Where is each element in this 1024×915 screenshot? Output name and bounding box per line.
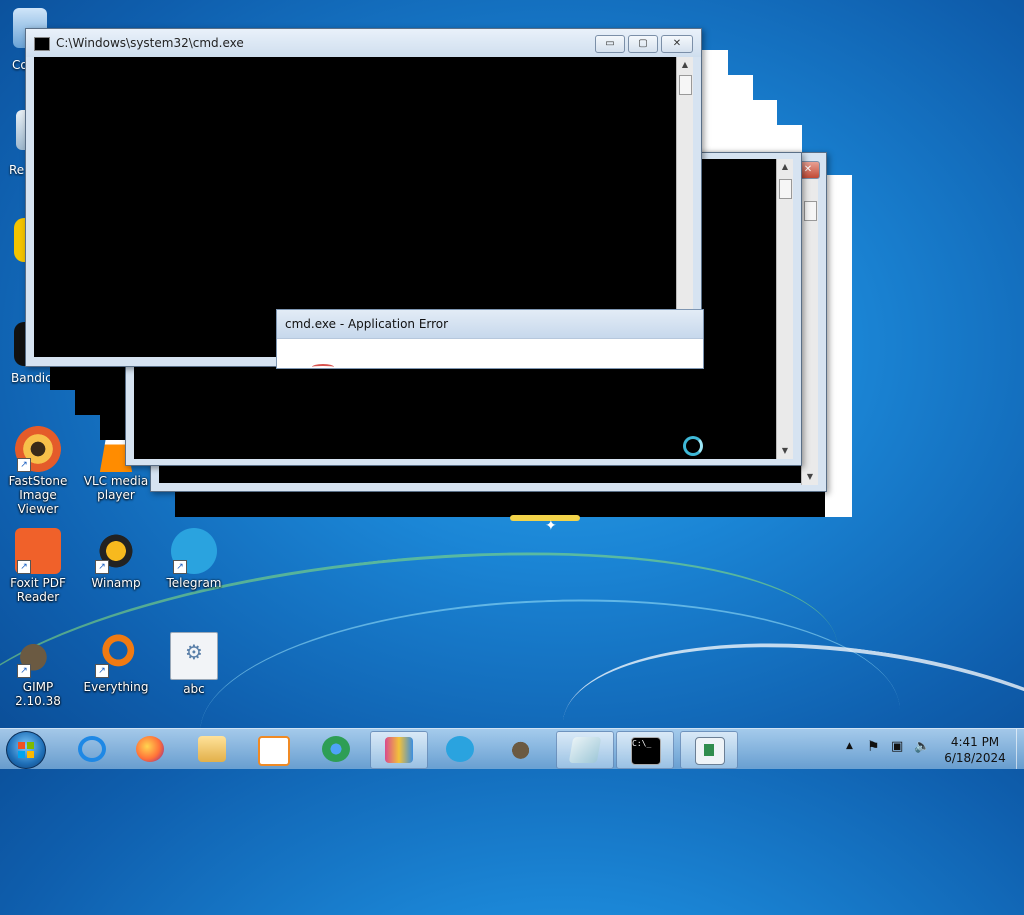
foxit-desktop-icon[interactable]: ↗ Foxit PDF Reader [0, 528, 76, 604]
chrome-icon [322, 736, 350, 762]
folder-icon [198, 736, 226, 762]
minimize-button[interactable]: ▭ [595, 35, 625, 53]
abc-desktop-icon[interactable]: ⚙ abc [156, 632, 232, 696]
scrollbar-thumb[interactable] [679, 75, 692, 95]
window-title: C:\Windows\system32\cmd.exe [56, 36, 244, 50]
desktop-icon-label-partial: Re [9, 163, 25, 177]
winamp-desktop-icon[interactable]: ↗ Winamp [78, 528, 154, 590]
scrollbar-thumb[interactable] [779, 179, 792, 199]
scrollbar-thumb[interactable] [804, 201, 817, 221]
everything-desktop-icon[interactable]: ↗ Everything [78, 632, 154, 694]
desktop-icon-label: abc [183, 682, 205, 696]
action-center-flag-icon[interactable]: ⚑ [867, 739, 880, 779]
taskbar-window[interactable] [680, 731, 738, 769]
scroll-up-icon[interactable]: ▲ [777, 159, 793, 175]
faststone-desktop-icon[interactable]: ↗ FastStone Image Viewer [0, 426, 76, 516]
render-artifact [175, 490, 825, 517]
shortcut-arrow-icon: ↗ [17, 664, 31, 678]
winamp-icon: ↗ [93, 528, 139, 574]
clock-time: 4:41 PM [950, 735, 1000, 749]
foxit-reader-icon: ↗ [15, 528, 61, 574]
wallpaper-streak [195, 587, 905, 855]
gimp-icon: ↗ [15, 632, 61, 678]
clock[interactable]: 4:41 PM 6/18/2024 [935, 734, 1015, 766]
telegram-icon: ↗ [171, 528, 217, 574]
shortcut-arrow-icon: ↗ [95, 560, 109, 574]
media-player-icon [258, 736, 290, 766]
taskbar-gimp[interactable] [494, 731, 550, 767]
taskbar-firefox[interactable] [122, 731, 178, 767]
taskbar-notepad[interactable] [556, 731, 614, 769]
taskbar-cmd[interactable]: C:\_ [616, 731, 674, 769]
maximize-button[interactable]: ▢ [628, 35, 658, 53]
internet-explorer-icon [78, 736, 106, 762]
shortcut-arrow-icon: ↗ [17, 458, 31, 472]
windows-logo-icon [18, 742, 34, 758]
dialog-title-bar[interactable]: cmd.exe - Application Error [277, 310, 703, 339]
error-icon [312, 364, 334, 370]
scroll-down-icon[interactable]: ▼ [777, 443, 793, 459]
cmd-icon: C:\_ [631, 737, 661, 765]
network-icon[interactable]: ▣ [891, 739, 903, 779]
desktop-icon-label: Telegram [166, 576, 222, 590]
desktop-icon-label-partial: Bandic [11, 371, 52, 385]
show-desktop-button[interactable] [1016, 729, 1024, 769]
scroll-up-icon[interactable]: ▲ [677, 57, 693, 73]
gimp-desktop-icon[interactable]: ↗ GIMP 2.10.38 [0, 632, 76, 708]
everything-icon: ↗ [93, 632, 139, 678]
taskbar-telegram[interactable] [432, 731, 488, 767]
busy-cursor-icon [683, 436, 703, 456]
desktop-icon-label: GIMP 2.10.38 [15, 680, 61, 708]
vertical-scrollbar[interactable]: ▼ [801, 165, 818, 485]
start-button[interactable] [6, 731, 46, 769]
cmd-icon[interactable] [34, 37, 50, 51]
settings-file-icon: ⚙ [170, 632, 218, 680]
vertical-scrollbar[interactable]: ▲ ▼ [776, 159, 793, 459]
taskbar-browser[interactable] [308, 731, 364, 767]
scroll-down-icon[interactable]: ▼ [802, 469, 818, 485]
firefox-icon [136, 736, 164, 762]
close-button[interactable]: ✕ [661, 35, 693, 53]
desktop-icon-label: VLC media player [83, 474, 149, 502]
desktop-icon-label: Winamp [91, 576, 141, 590]
title-bar[interactable]: C:\Windows\system32\cmd.exe ▭ ▢ ✕ [26, 29, 701, 57]
clock-date: 6/18/2024 [944, 751, 1006, 765]
volume-muted-icon[interactable]: 🔈 [914, 739, 930, 779]
sparkle-icon: ✦ [545, 518, 557, 534]
faststone-icon: ↗ [15, 426, 61, 472]
taskbar: C:\_ ▲ ⚑ ▣ 🔈 4:41 PM 6/18/2024 [0, 728, 1024, 769]
notepad-icon [568, 737, 602, 763]
taskbar-media-player[interactable] [244, 731, 300, 767]
telegram-icon [446, 736, 474, 762]
taskbar-internet-explorer[interactable] [62, 731, 118, 767]
telegram-desktop-icon[interactable]: ↗ Telegram [156, 528, 232, 590]
taskbar-winrar[interactable] [370, 731, 428, 769]
shortcut-arrow-icon: ↗ [173, 560, 187, 574]
desktop-icon-label: FastStone Image Viewer [8, 474, 68, 516]
winrar-icon [385, 737, 413, 763]
application-error-dialog[interactable]: cmd.exe - Application Error [276, 309, 704, 369]
desktop-icon-label: Everything [83, 680, 149, 694]
dialog-title: cmd.exe - Application Error [285, 317, 449, 331]
shortcut-arrow-icon: ↗ [17, 560, 31, 574]
render-artifact [700, 125, 802, 155]
taskbar-file-explorer[interactable] [184, 731, 240, 767]
shortcut-arrow-icon: ↗ [95, 664, 109, 678]
desktop-icon-label: Foxit PDF Reader [10, 576, 66, 604]
show-hidden-icons-button[interactable]: ▲ [846, 741, 853, 781]
window-icon [695, 737, 725, 765]
gimp-icon [508, 736, 536, 762]
